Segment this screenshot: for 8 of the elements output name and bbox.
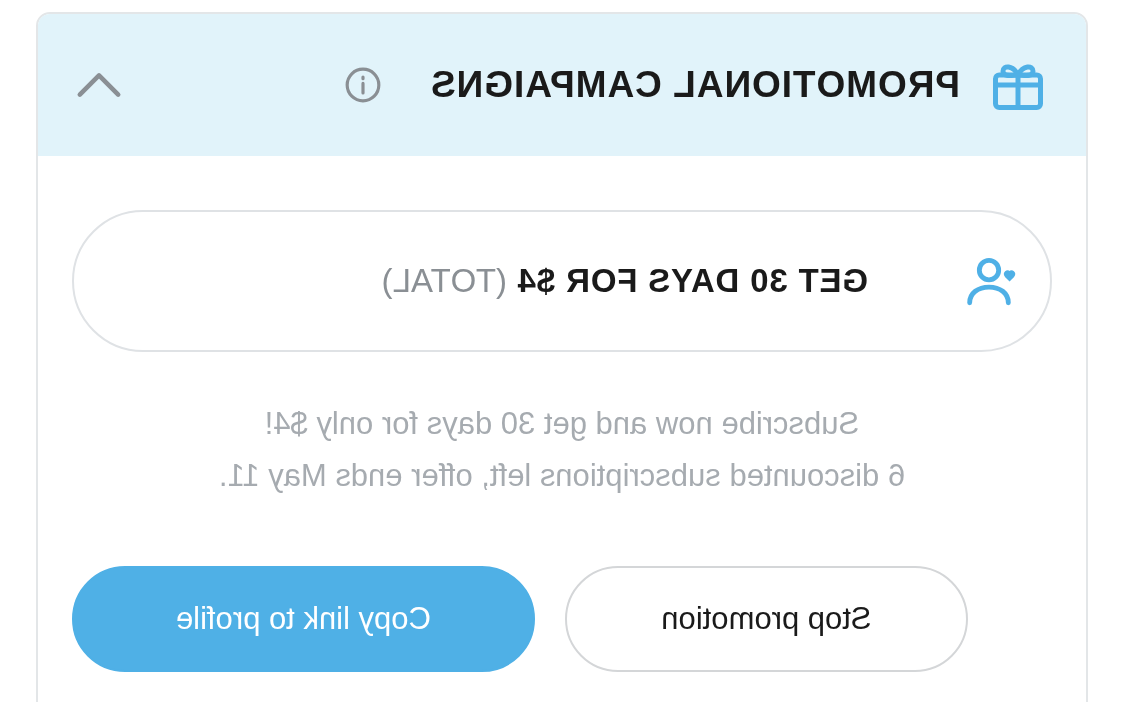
description-text: Subscribe now and get 30 days for only $4! [264, 405, 860, 443]
offer-note: (TOTAL) [381, 261, 507, 302]
panel-title: PROMOTIONAL CAMPAIGNS [430, 63, 960, 108]
chevron-icon[interactable] [76, 70, 122, 100]
stop-button[interactable]: Stop promotion [564, 566, 968, 672]
info-icon[interactable] [344, 66, 383, 104]
description-text: 6 discounted subscriptions left, offer ends May 11. [218, 457, 906, 495]
offer-headline: GET 30 DAYS FOR $4 [516, 261, 868, 302]
